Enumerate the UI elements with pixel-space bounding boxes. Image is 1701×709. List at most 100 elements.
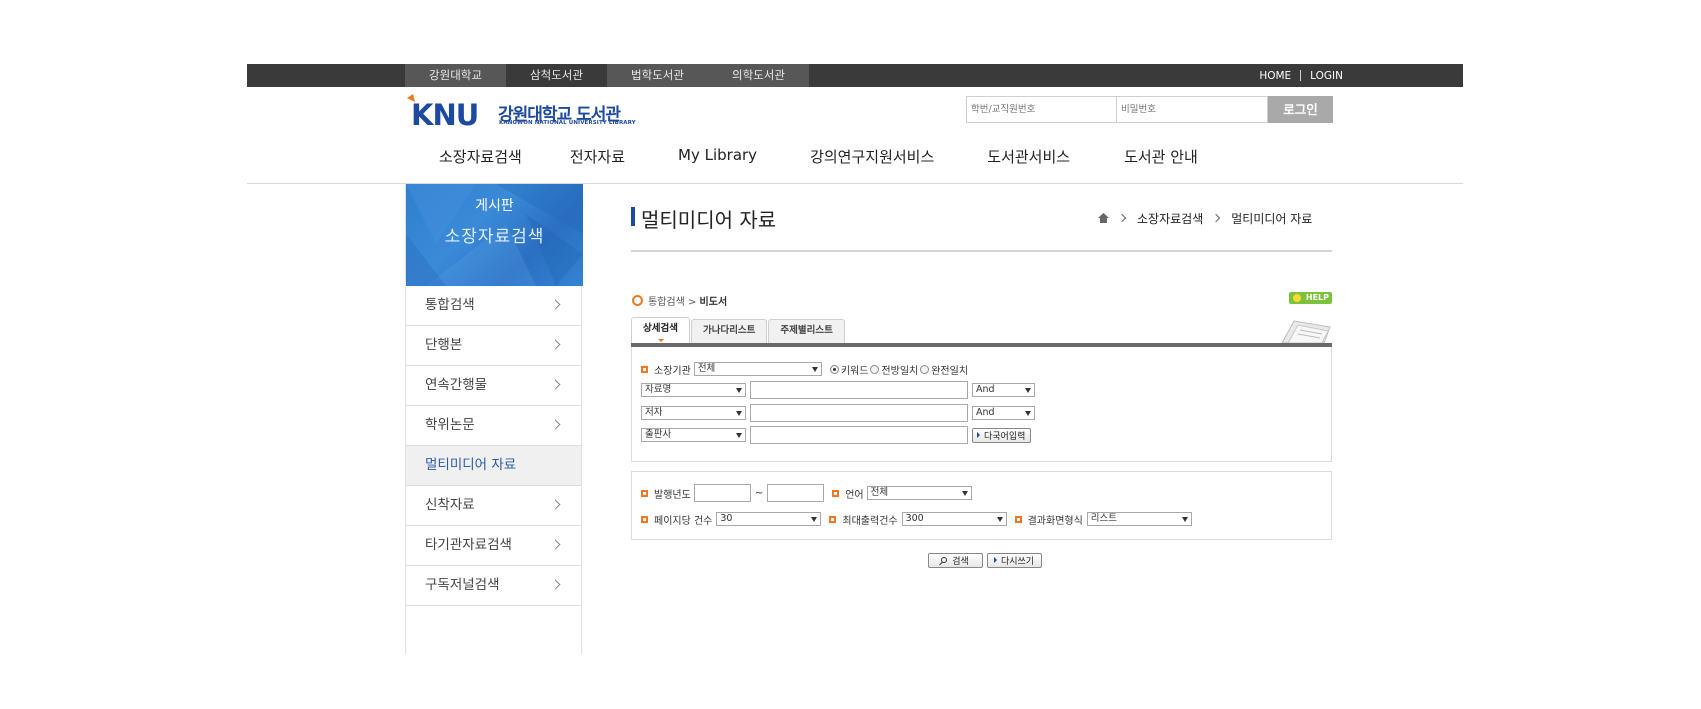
home-icon[interactable] — [1098, 213, 1109, 223]
search-button-label: 검색 — [952, 556, 969, 567]
field-row-2: 저자 And — [641, 404, 1035, 422]
site-tab-kangwon[interactable]: 강원대학교 — [405, 64, 506, 87]
title-divider — [631, 250, 1332, 252]
result-format-select[interactable]: 리스트 — [1086, 512, 1192, 526]
side-item-label: 연속간행물 — [425, 377, 488, 393]
side-item-multimedia[interactable]: 멀티미디어 자료 — [406, 446, 581, 486]
chevron-right-icon — [550, 499, 561, 510]
radio-dot — [829, 364, 839, 374]
language-label: 언어 — [845, 489, 864, 501]
login-link[interactable]: LOGIN — [1310, 70, 1343, 82]
field-select-1[interactable]: 자료명 — [641, 383, 746, 397]
search-crumb-parent: 통합검색 > — [648, 296, 697, 308]
main-nav: 소장자료검색 전자자료 My Library 강의연구지원서비스 도서관서비스 … — [405, 146, 1198, 166]
nav-my-library[interactable]: My Library — [678, 146, 757, 166]
multilang-label: 다국어입력 — [984, 431, 1026, 442]
paper-decoration-icon — [1281, 320, 1331, 343]
search-term-input-3[interactable] — [750, 426, 968, 444]
breadcrumb-item[interactable]: 소장자료검색 — [1137, 210, 1203, 227]
reset-button-label: 다시쓰기 — [1000, 556, 1035, 567]
action-buttons: 검색 다시쓰기 — [928, 551, 1042, 569]
user-id-input[interactable] — [966, 96, 1117, 123]
nav-collection-search[interactable]: 소장자료검색 — [439, 146, 522, 166]
side-item-books[interactable]: 단행본 — [406, 326, 581, 366]
field-select-3[interactable]: 출판사 — [641, 428, 746, 442]
title-accent — [631, 207, 635, 226]
breadcrumb: 소장자료검색 멀티미디어 자료 — [1098, 210, 1312, 226]
nav-library-services[interactable]: 도서관서비스 — [987, 146, 1070, 166]
dropdown-arrow-icon — [1025, 411, 1031, 416]
svg-text:KNU: KNU — [411, 98, 478, 130]
site-tab-medical[interactable]: 의학도서관 — [708, 64, 809, 87]
reset-button[interactable]: 다시쓰기 — [987, 552, 1042, 568]
year-separator: ~ — [754, 487, 764, 499]
site-tabs: 강원대학교 삼척도서관 법학도서관 의학도서관 — [405, 64, 809, 87]
result-format-value: 리스트 — [1090, 513, 1118, 524]
tab-alpha-list[interactable]: 가나다리스트 — [690, 319, 768, 343]
password-input[interactable] — [1117, 96, 1268, 123]
util-links: HOME LOGIN — [1259, 64, 1343, 87]
max-results-select[interactable]: 300 — [901, 512, 1007, 526]
bullet-icon — [832, 489, 840, 497]
tab-advanced-search[interactable]: 상세검색 — [631, 317, 690, 343]
holding-row: 소장기관 전체 키워드 전방일치 완전일치 — [641, 360, 970, 378]
play-icon — [977, 432, 980, 438]
radio-label: 전방일치 — [881, 365, 919, 377]
options-panel — [631, 471, 1332, 540]
help-button[interactable]: HELP — [1289, 292, 1332, 304]
display-options-row: 페이지당 건수 30 최대출력건수 300 결과화면형식 리스트 — [641, 510, 1192, 528]
side-item-theses[interactable]: 학위논문 — [406, 406, 581, 446]
site-tab-law[interactable]: 법학도서관 — [607, 64, 708, 87]
field-select-2[interactable]: 저자 — [641, 406, 746, 420]
multilang-input-button[interactable]: 다국어입력 — [972, 427, 1032, 443]
operator-select-2[interactable]: And — [972, 406, 1035, 420]
nav-library-info[interactable]: 도서관 안내 — [1124, 146, 1198, 166]
chevron-right-icon — [550, 579, 561, 590]
holding-select[interactable]: 전체 — [693, 362, 822, 376]
chevron-right-icon — [550, 419, 561, 430]
radio-dot — [870, 364, 880, 374]
nav-research-support[interactable]: 강의연구지원서비스 — [810, 146, 934, 166]
search-crumb: 통합검색 > 비도서 — [632, 293, 727, 308]
operator-value: And — [976, 384, 995, 395]
side-item-new-arrivals[interactable]: 신착자료 — [406, 486, 581, 526]
search-term-input-1[interactable] — [750, 381, 968, 399]
site-tab-samcheok[interactable]: 삼척도서관 — [506, 64, 607, 87]
side-nav-title: 게시판 — [475, 198, 514, 214]
language-select[interactable]: 전체 — [866, 486, 972, 500]
side-item-other-institutions[interactable]: 타기관자료검색 — [406, 526, 581, 566]
side-item-integrated[interactable]: 통합검색 — [406, 286, 581, 326]
search-term-input-2[interactable] — [750, 404, 968, 422]
max-results-label: 최대출력건수 — [842, 515, 898, 527]
side-item-serials[interactable]: 연속간행물 — [406, 366, 581, 406]
year-to-input[interactable] — [767, 484, 825, 502]
side-nav-header: 게시판 소장자료검색 — [406, 184, 583, 286]
search-button[interactable]: 검색 — [928, 552, 983, 568]
top-bar: 강원대학교 삼척도서관 법학도서관 의학도서관 HOME LOGIN — [247, 64, 1463, 87]
home-link[interactable]: HOME — [1259, 70, 1291, 82]
chevron-right-icon — [550, 379, 561, 390]
radio-dot — [920, 364, 930, 374]
page-title: 멀티미디어 자료 — [641, 208, 777, 232]
year-lang-row: 발행년도 ~ 언어 전체 — [641, 484, 972, 502]
side-item-label: 통합검색 — [425, 297, 475, 313]
max-results-value: 300 — [905, 513, 924, 524]
bullet-icon — [1014, 515, 1022, 523]
year-from-input[interactable] — [693, 484, 751, 502]
radio-keyword[interactable]: 키워드 — [829, 362, 868, 377]
side-item-label: 타기관자료검색 — [425, 537, 512, 553]
per-page-select[interactable]: 30 — [716, 512, 822, 526]
radio-prefix[interactable]: 전방일치 — [870, 362, 918, 377]
side-item-journals[interactable]: 구독저널검색 — [406, 566, 581, 606]
login-button[interactable]: 로그인 — [1268, 96, 1333, 123]
result-format-label: 결과화면형식 — [1027, 515, 1083, 527]
library-logo[interactable]: KNU 강원대학교 도서관 KANGWON NATIONAL UNIVERSIT… — [405, 94, 636, 130]
dropdown-arrow-icon — [811, 517, 818, 522]
per-page-label: 페이지당 건수 — [654, 515, 713, 527]
operator-select-1[interactable]: And — [972, 383, 1035, 397]
tab-subject-list[interactable]: 주제별리스트 — [768, 319, 845, 343]
radio-exact[interactable]: 완전일치 — [920, 362, 968, 377]
circle-icon — [632, 294, 643, 306]
nav-e-resources[interactable]: 전자자료 — [570, 146, 625, 166]
bullet-icon — [641, 515, 648, 523]
